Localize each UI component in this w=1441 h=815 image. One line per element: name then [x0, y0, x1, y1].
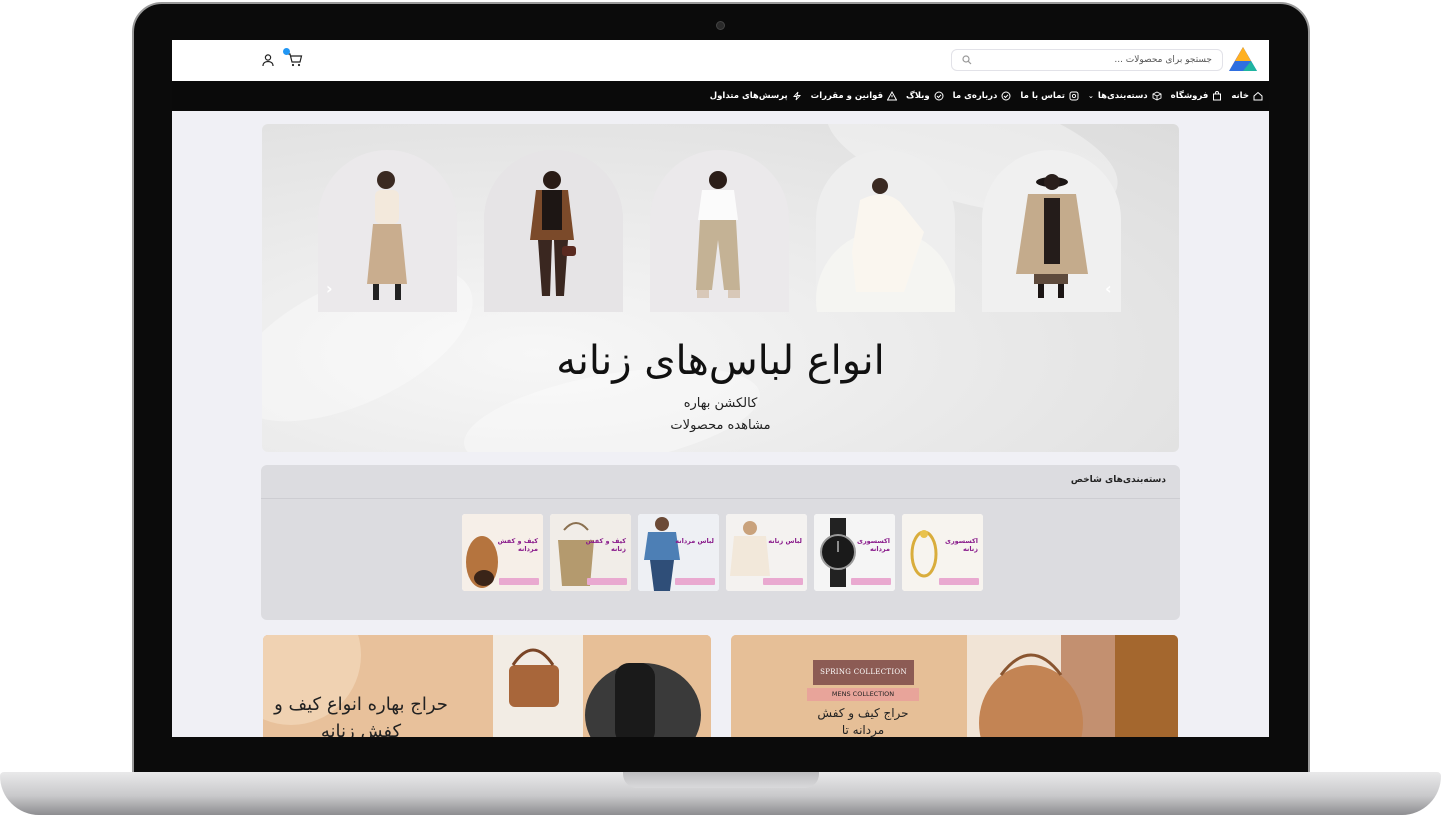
- category-card[interactable]: کیف و کفش زنانه: [550, 514, 631, 591]
- top-header: [172, 40, 1269, 81]
- warning-icon: [887, 91, 898, 101]
- category-button[interactable]: [499, 578, 539, 585]
- check-circle-icon: [1001, 91, 1011, 101]
- promo-left-text: حراج بهاره انواع کیف و کفش زنانه: [274, 694, 448, 737]
- check-circle-icon: [934, 91, 944, 101]
- nav-label: فروشگاه: [1170, 91, 1209, 101]
- category-label: کیف و کفش مردانه: [497, 537, 538, 553]
- laptop-frame: خانه فروشگاه دسته‌بندی‌ها ⌄ تماس با ما د…: [0, 0, 1441, 815]
- nav-label: پرسش‌های متداول: [709, 91, 788, 101]
- divider: [261, 498, 1180, 499]
- hero-image-woman-white-dress: [816, 150, 955, 312]
- shopping-bag-icon: [1213, 91, 1222, 101]
- main-nav: خانه فروشگاه دسته‌بندی‌ها ⌄ تماس با ما د…: [172, 81, 1269, 111]
- promo-illustration: [731, 635, 1178, 737]
- featured-categories: دسته‌بندی‌های شاخص کیف و کفش مردانه: [261, 465, 1180, 620]
- home-icon: [1253, 91, 1263, 101]
- site-logo[interactable]: [1227, 45, 1259, 75]
- category-card[interactable]: اکسسوری مردانه: [814, 514, 895, 591]
- category-card[interactable]: اکسسوری زنانه: [902, 514, 983, 591]
- cart-icon[interactable]: [287, 52, 303, 68]
- nav-categories[interactable]: دسته‌بندی‌ها ⌄: [1088, 91, 1162, 101]
- promo-right-text: حراج کیف و کفش مردانه تا: [817, 706, 909, 737]
- category-button[interactable]: [675, 578, 715, 585]
- bolt-icon: [792, 91, 801, 101]
- hero-title: انواع لباس‌های زنانه: [556, 338, 885, 384]
- chevron-left-icon[interactable]: ‹: [326, 279, 333, 298]
- category-card[interactable]: لباس زنانه: [726, 514, 807, 591]
- category-card[interactable]: لباس مردانه: [638, 514, 719, 591]
- category-label: اکسسوری مردانه: [856, 537, 890, 553]
- category-label: کیف و کفش زنانه: [585, 537, 626, 553]
- category-label: لباس زنانه: [768, 537, 802, 545]
- category-card[interactable]: کیف و کفش مردانه: [462, 514, 543, 591]
- hero-image-woman-white-shirt: [650, 150, 789, 312]
- nav-label: تماس با ما: [1020, 91, 1065, 101]
- promo-banner-women[interactable]: حراج بهاره انواع کیف و کفش زنانه: [263, 635, 711, 737]
- category-button[interactable]: [851, 578, 891, 585]
- search-input[interactable]: [972, 55, 1212, 65]
- hero-slider[interactable]: ‹ › انواع لباس‌های زنانه کالکشن بهاره مش…: [262, 124, 1179, 452]
- hero-image-woman-brown-jacket: [484, 150, 623, 312]
- webcam: [716, 21, 725, 30]
- category-label: اکسسوری زنانه: [944, 537, 978, 553]
- mens-collection-badge: MENS COLLECTION: [807, 688, 919, 701]
- nav-blog[interactable]: وبلاگ: [906, 91, 944, 101]
- chevron-right-icon[interactable]: ›: [1105, 279, 1112, 298]
- nav-contact[interactable]: تماس با ما: [1020, 91, 1079, 101]
- nav-label: دسته‌بندی‌ها: [1097, 91, 1148, 101]
- chevron-down-icon: ⌄: [1088, 92, 1094, 100]
- search-icon[interactable]: [962, 55, 972, 65]
- screen: خانه فروشگاه دسته‌بندی‌ها ⌄ تماس با ما د…: [172, 40, 1269, 737]
- hero-image-woman-beige-skirt: [318, 150, 457, 312]
- nav-faq[interactable]: پرسش‌های متداول: [710, 91, 802, 101]
- category-list: کیف و کفش مردانه کیف و کفش زنانه لباس مر…: [462, 514, 983, 591]
- nav-label: وبلاگ: [906, 91, 930, 101]
- nav-home[interactable]: خانه: [1231, 91, 1263, 101]
- box-icon: [1152, 91, 1162, 101]
- category-button[interactable]: [763, 578, 803, 585]
- nav-label: خانه: [1231, 91, 1249, 101]
- category-label: لباس مردانه: [675, 537, 714, 545]
- nav-rules[interactable]: قوانین و مقررات: [810, 91, 898, 101]
- user-icon[interactable]: [261, 53, 275, 67]
- spring-collection-badge: SPRING COLLECTION: [813, 660, 914, 685]
- search-box[interactable]: [951, 49, 1223, 71]
- nav-shop[interactable]: فروشگاه: [1171, 91, 1223, 101]
- phone-icon: [1069, 91, 1079, 101]
- category-button[interactable]: [587, 578, 627, 585]
- promo-banner-men[interactable]: SPRING COLLECTION MENS COLLECTION حراج ک…: [731, 635, 1178, 737]
- cart-badge: [283, 48, 290, 55]
- hero-subtitle: کالکشن بهاره: [683, 396, 758, 411]
- nav-label: درباره‌ی ما: [952, 91, 998, 101]
- nav-label: قوانین و مقررات: [810, 91, 884, 101]
- hero-image-woman-trench-coat: [982, 150, 1121, 312]
- nav-about[interactable]: درباره‌ی ما: [953, 91, 1012, 101]
- laptop-notch: [623, 772, 819, 788]
- section-title: دسته‌بندی‌های شاخص: [1070, 475, 1166, 485]
- view-products-link[interactable]: مشاهده محصولات: [262, 418, 1179, 433]
- category-button[interactable]: [939, 578, 979, 585]
